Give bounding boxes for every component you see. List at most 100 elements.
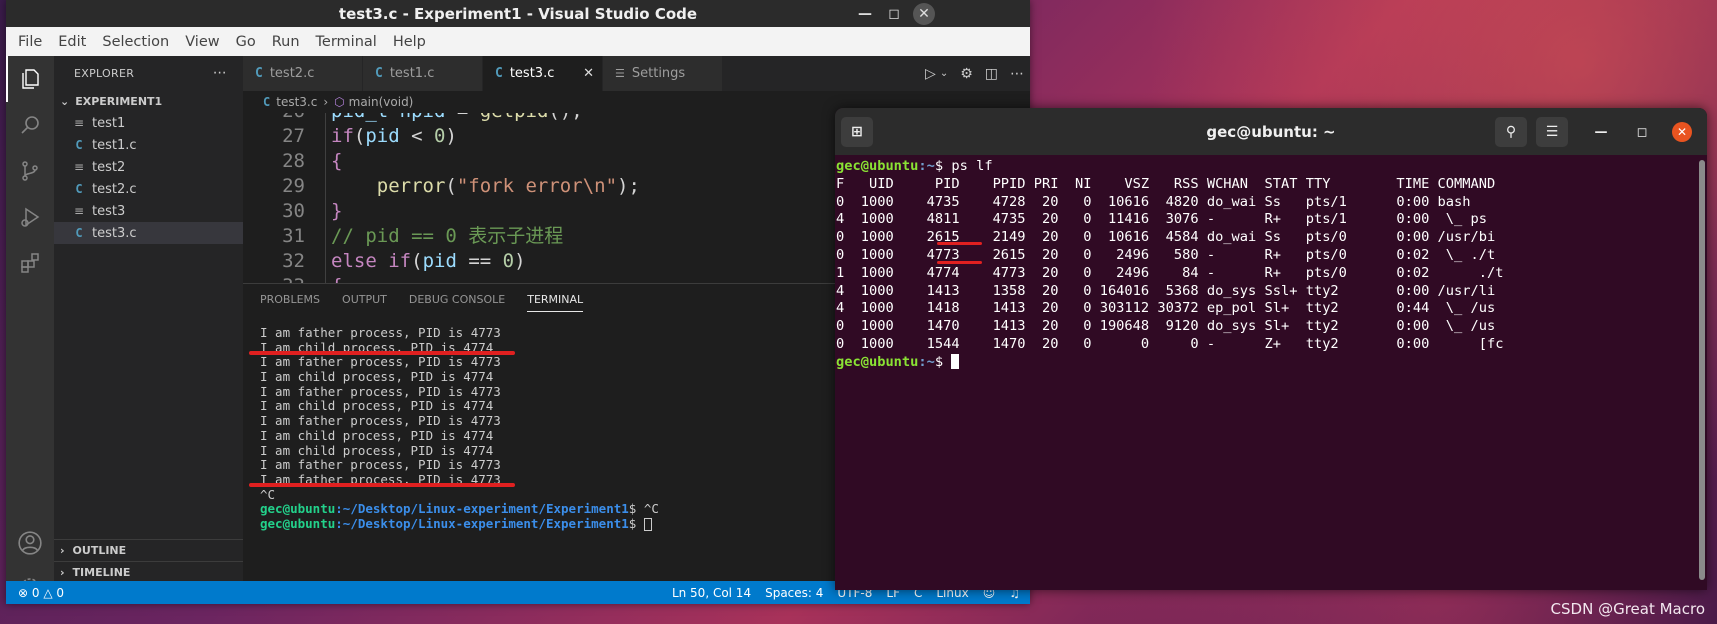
vscode-titlebar[interactable]: test3.c - Experiment1 - Visual Studio Co… — [6, 0, 1030, 27]
terminal-scrollbar[interactable] — [1699, 160, 1705, 580]
cursor-position[interactable]: Ln 50, Col 14 — [672, 586, 751, 600]
new-tab-icon[interactable]: ⊞ — [841, 117, 873, 147]
explorer-sidebar: EXPLORER ⋯ ⌄ EXPERIMENT1 ≡ test1 Ctest1.c ≡… — [54, 56, 243, 581]
line-number: 31 — [282, 225, 305, 247]
tab-test3-c[interactable]: Ctest3.c ✕ — [483, 56, 603, 91]
code-line: { — [331, 273, 342, 283]
split-editor-icon[interactable]: ◫ — [985, 66, 998, 82]
menu-file[interactable]: File — [10, 34, 50, 50]
search-icon[interactable]: ⚲ — [1495, 117, 1527, 147]
file-label: test1 — [92, 115, 126, 131]
breadcrumb-file[interactable]: test3.c — [276, 95, 317, 109]
menubar: File Edit Selection View Go Run Terminal Help — [6, 27, 1030, 56]
terminal-title: gec@ubuntu: ~ — [1206, 122, 1336, 141]
line-number: 33 — [243, 273, 305, 283]
close-icon[interactable]: ✕ — [1672, 122, 1692, 142]
file-test1-c[interactable]: Ctest1.c — [54, 134, 243, 156]
terminal-titlebar[interactable]: ⊞ gec@ubuntu: ~ ⚲ ☰ — ◻ ✕ — [835, 108, 1707, 155]
terminal-output-line: I am father process, PID is 4773 — [260, 413, 501, 429]
c-file-icon: C — [75, 182, 83, 196]
ps-row: 0 1000 1470 1413 20 0 190648 9120 do_sys… — [836, 318, 1496, 335]
tab-test2-c[interactable]: Ctest2.c — [243, 56, 363, 91]
more-actions-icon[interactable]: ⋯ — [213, 65, 227, 81]
problems-status[interactable]: ⊗ 0 △ 0 — [6, 586, 64, 600]
more-actions-icon[interactable]: ⋯ — [1010, 66, 1024, 82]
function-icon: ⬡ — [334, 95, 345, 109]
ps-row: 0 1000 4735 4728 20 0 10616 4820 do_wai … — [836, 193, 1471, 210]
chevron-right-icon: › — [60, 566, 65, 579]
error-icon: ⊗ — [18, 585, 29, 600]
hamburger-menu-icon[interactable]: ☰ — [1536, 117, 1568, 147]
file-test3[interactable]: ≡ test3 — [54, 200, 243, 222]
file-test3-c[interactable]: Ctest3.c — [54, 222, 243, 244]
integrated-terminal[interactable]: I am father process, PID is 4773 I am chi… — [260, 325, 659, 532]
ps-row: 1 1000 4774 4773 20 0 2496 84 - R+ pts/0… — [836, 264, 1504, 281]
file-test2[interactable]: ≡ test2 — [54, 156, 243, 178]
terminal-output-line: I am child process, PID is 4774 — [260, 398, 494, 414]
file-test1[interactable]: ≡ test1 — [54, 112, 243, 134]
indentation[interactable]: Spaces: 4 — [765, 586, 823, 600]
extensions-icon[interactable] — [6, 240, 54, 286]
search-icon[interactable] — [6, 102, 54, 148]
menu-run[interactable]: Run — [264, 34, 308, 50]
maximize-icon[interactable]: ◻ — [883, 3, 905, 25]
chevron-down-icon[interactable]: ⌄ — [940, 68, 948, 79]
ps-row: 0 1000 1544 1470 20 0 0 0 - Z+ tty2 0:00… — [836, 335, 1504, 352]
red-underline-annotation — [249, 351, 515, 355]
code-line: // pid == 0 表示子进程 — [331, 225, 564, 247]
tab-label: test3.c — [509, 66, 555, 81]
tab-label: test2.c — [269, 66, 315, 81]
menu-go[interactable]: Go — [228, 34, 264, 50]
c-file-icon: C — [75, 138, 83, 152]
terminal-content[interactable]: gec@ubuntu:~$ ps lf F UID PID PPID PRI N… — [836, 158, 1504, 372]
breadcrumb-symbol[interactable]: main(void) — [349, 95, 414, 109]
minimize-icon[interactable]: — — [1591, 122, 1611, 142]
tab-settings[interactable]: ☰ Settings — [603, 56, 723, 91]
line-number: 30 — [282, 200, 305, 222]
run-icon[interactable]: ▷ — [925, 66, 936, 82]
tab-label: Settings — [631, 66, 686, 81]
gear-icon[interactable]: ⚙ — [960, 66, 973, 82]
close-icon[interactable]: ✕ — [913, 3, 935, 25]
ps-row: 0 1000 2615 2149 20 0 10616 4584 do_wai … — [836, 229, 1496, 246]
menu-selection[interactable]: Selection — [94, 34, 177, 50]
code-line: { — [331, 150, 343, 172]
folder-experiment1[interactable]: ⌄ EXPERIMENT1 — [54, 90, 243, 112]
run-debug-icon[interactable] — [6, 194, 54, 240]
editor-tabs: Ctest2.c Ctest1.c Ctest3.c ✕ ☰ Settings ▷ ⌄ ⚙… — [243, 56, 1030, 91]
maximize-icon[interactable]: ◻ — [1632, 122, 1652, 142]
ps-header: F UID PID PPID PRI NI VSZ RSS WCHAN STAT… — [836, 175, 1496, 192]
terminal-output-line: I am child process, PID is 4774 — [260, 369, 494, 385]
explorer-icon[interactable] — [6, 56, 54, 102]
timeline-section[interactable]: › TIMELINE — [54, 561, 243, 583]
terminal-prompt-line: gec@ubuntu:~$ — [836, 354, 1504, 372]
menu-terminal[interactable]: Terminal — [308, 34, 385, 50]
file-test2-c[interactable]: Ctest2.c — [54, 178, 243, 200]
outline-section[interactable]: › OUTLINE — [54, 539, 243, 561]
chevron-right-icon: › — [323, 95, 329, 109]
panel-tab-problems[interactable]: PROBLEMS — [260, 293, 320, 306]
chevron-right-icon: › — [60, 544, 65, 557]
menu-edit[interactable]: Edit — [50, 34, 94, 50]
c-file-icon: C — [263, 95, 271, 109]
c-file-icon: C — [75, 226, 83, 240]
menu-view[interactable]: View — [177, 34, 227, 50]
panel-tab-debug-console[interactable]: DEBUG CONSOLE — [409, 293, 505, 306]
source-control-icon[interactable] — [6, 148, 54, 194]
minimize-icon[interactable]: — — [854, 3, 876, 25]
tab-label: test1.c — [389, 66, 435, 81]
panel-tab-terminal[interactable]: TERMINAL — [527, 293, 584, 312]
account-icon[interactable] — [6, 520, 54, 566]
activity-bar: 1 — [6, 56, 54, 602]
terminal-prompt-line: gec@ubuntu:~/Desktop/Linux-experiment/Ex… — [260, 516, 659, 532]
terminal-output-line: I am father process, PID is 4773 — [260, 325, 501, 340]
menu-help[interactable]: Help — [385, 34, 434, 50]
close-tab-icon[interactable]: ✕ — [583, 66, 594, 81]
terminal-output-line: I am father process, PID is 4773 — [260, 457, 501, 473]
ps-row: 4 1000 4811 4735 20 0 11416 3076 - R+ pt… — [836, 211, 1488, 228]
terminal-output-line: I am father process, PID is 4773 — [260, 354, 501, 370]
tab-test1-c[interactable]: Ctest1.c — [363, 56, 483, 91]
panel-tab-output[interactable]: OUTPUT — [342, 293, 387, 306]
file-label: test3.c — [92, 225, 137, 241]
window-title: test3.c - Experiment1 - Visual Studio Co… — [338, 4, 698, 23]
